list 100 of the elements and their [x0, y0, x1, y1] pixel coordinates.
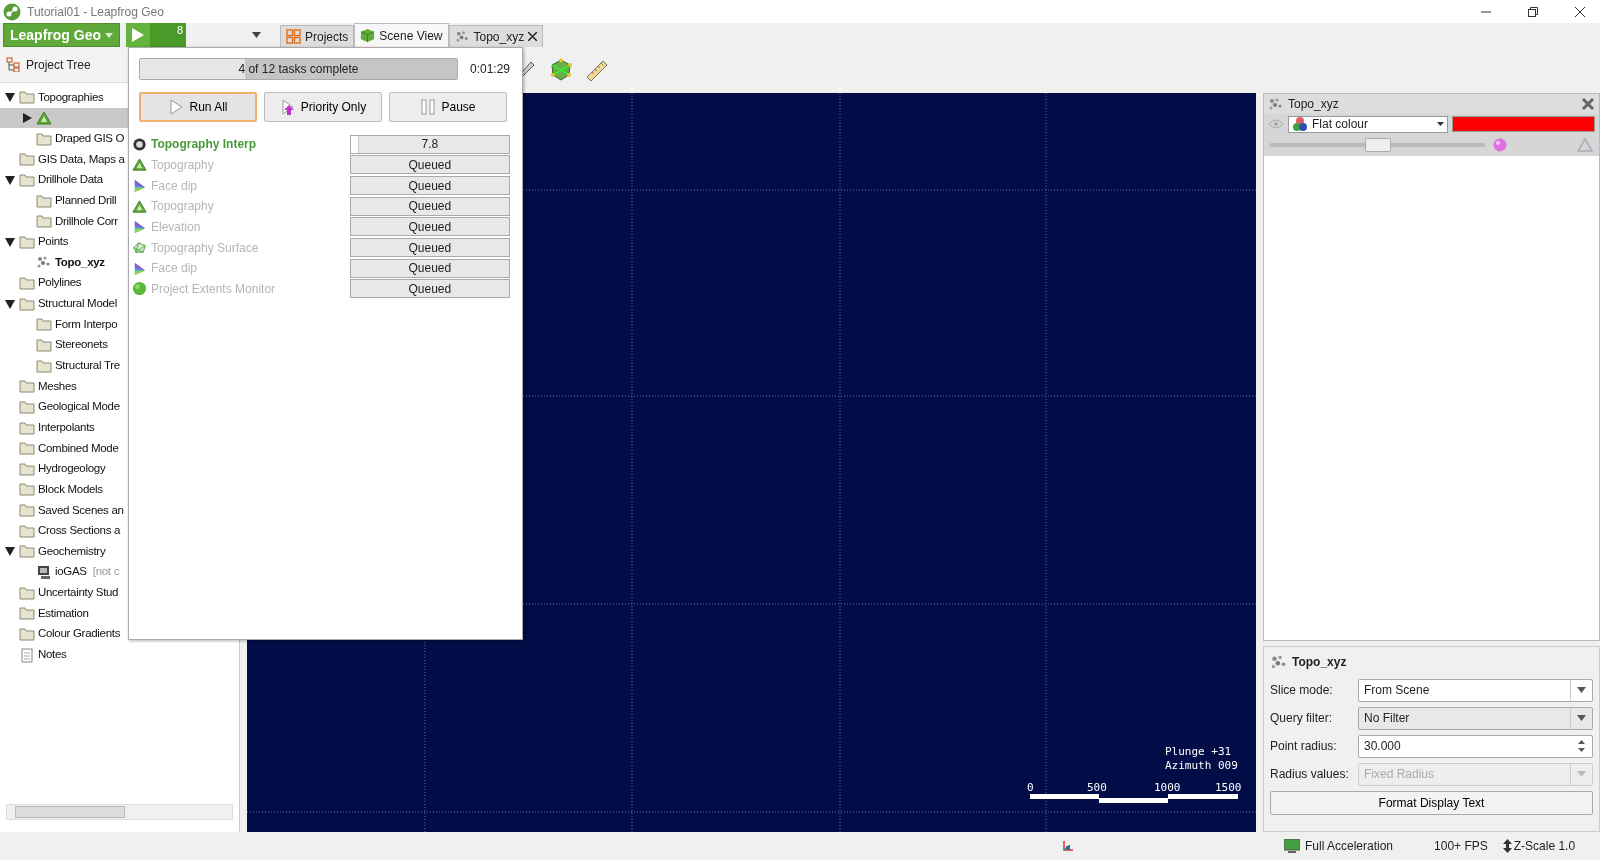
axes-icon [1062, 840, 1074, 852]
folder-icon [36, 130, 52, 147]
folder-icon [19, 398, 35, 415]
folder-icon [19, 233, 35, 250]
spinner-icon [1577, 739, 1585, 753]
scale-label: 0 [1027, 781, 1034, 794]
tree-item[interactable]: Structural Tre [0, 355, 239, 376]
collapse-toggle-icon[interactable] [4, 297, 16, 310]
caret-icon [1577, 715, 1586, 721]
mountain-icon [36, 109, 52, 126]
folder-icon [36, 337, 52, 353]
notes-icon [19, 646, 35, 663]
status-note: [not c [92, 564, 120, 580]
colour-balls-icon [1292, 116, 1308, 132]
folder-icon [36, 213, 52, 230]
caret-icon [105, 32, 113, 38]
folder-icon [36, 357, 52, 374]
task-status: Queued [408, 156, 452, 174]
field-label: Radius values: [1270, 766, 1350, 783]
tree-item[interactable]: Interpolants [0, 417, 239, 438]
task-status: Queued [408, 198, 452, 216]
cube-icon [360, 28, 376, 43]
tree-item[interactable]: Geochemistry [0, 541, 239, 562]
expand-toggle-icon[interactable] [21, 111, 33, 124]
task-button[interactable]: Priority Only [264, 92, 382, 122]
folder-icon [36, 316, 52, 333]
dip-icon [132, 178, 147, 194]
tree-item[interactable]: Notes [0, 644, 239, 665]
folder-icon [19, 275, 35, 292]
pause-icon [420, 99, 437, 115]
acceleration-status: Full Acceleration [1305, 838, 1394, 855]
play-icon [168, 99, 185, 115]
tree-item[interactable]: Uncertainty Stud [0, 582, 239, 603]
tree-item[interactable]: Hydrogeology [0, 458, 239, 480]
scale-label: 500 [1087, 781, 1107, 794]
task-status: Queued [408, 260, 452, 278]
field-label: Slice mode: [1270, 682, 1334, 699]
colour-swatch[interactable] [1452, 116, 1595, 132]
dropdown-field[interactable]: No Filter [1358, 706, 1593, 730]
collapse-toggle-icon[interactable] [4, 91, 16, 104]
elapsed-time: 0:01:29 [469, 61, 510, 78]
tree-item[interactable]: Stereonets [0, 334, 239, 356]
tree-item[interactable]: Combined Mode [0, 437, 239, 459]
task-status: Queued [408, 239, 452, 257]
dip-icon [132, 219, 147, 235]
collapse-toggle-icon[interactable] [4, 173, 16, 186]
tree-item[interactable]: Estimation [0, 603, 239, 624]
fps-readout: 100+ FPS [1434, 838, 1488, 855]
field-label: Point radius: [1270, 738, 1338, 755]
tree-item[interactable]: Saved Scenes an [0, 499, 239, 521]
polyhedron-icon[interactable] [549, 58, 573, 82]
ruler-icon[interactable] [585, 58, 609, 82]
collapse-toggle-icon[interactable] [4, 545, 16, 558]
folder-icon [19, 419, 35, 436]
vertical-arrow-icon[interactable] [1502, 839, 1512, 853]
close-icon [1574, 6, 1585, 17]
collapse-toggle-icon[interactable] [4, 235, 16, 248]
caret-icon [1577, 687, 1586, 693]
points-icon [1270, 653, 1288, 671]
caret-icon [1437, 122, 1444, 126]
dropdown-field[interactable]: From Scene [1358, 678, 1593, 702]
task-status: Queued [408, 177, 452, 195]
task-button[interactable]: Run All [139, 92, 257, 122]
number-field[interactable]: 30.000 [1358, 734, 1593, 758]
task-status: 7.8 [421, 136, 439, 154]
scale-label: 1500 [1215, 781, 1242, 794]
tree-item[interactable]: Geological Mode [0, 396, 239, 418]
monitor-icon [36, 564, 52, 581]
folder-icon [19, 378, 35, 395]
format-text-button[interactable]: Format Display Text [1270, 791, 1593, 815]
run-tasks-button[interactable]: 8 [126, 23, 186, 47]
tree-item[interactable]: Meshes [0, 375, 239, 397]
z-scale-readout[interactable]: Z-Scale 1.0 [1513, 837, 1576, 855]
horizontal-scrollbar[interactable] [6, 804, 233, 820]
caret-icon [1577, 771, 1586, 777]
task-name: Elevation [151, 218, 202, 236]
close-icon[interactable] [528, 32, 538, 41]
folder-icon [19, 440, 35, 457]
style-dropdown[interactable]: Flat colour [1288, 115, 1448, 133]
tab[interactable]: Topo_xyz [448, 25, 544, 47]
tree-item[interactable]: Block Models [0, 479, 239, 500]
points-icon [454, 29, 470, 44]
tab[interactable]: Scene View [354, 23, 449, 47]
window-title: Tutorial01 - Leapfrog Geo [27, 3, 165, 21]
sphere-icon [1493, 138, 1507, 152]
folder-icon [19, 171, 35, 188]
sphere-icon [132, 281, 147, 297]
tree-item[interactable]: Cross Sections a [0, 520, 239, 542]
tree-item[interactable]: Colour Gradients [0, 623, 239, 645]
tree-item[interactable]: Form Interpo [0, 314, 239, 335]
task-name: Face dip [151, 177, 199, 195]
dip-icon [132, 260, 147, 276]
tree-item[interactable]: ioGAS [not c [0, 561, 239, 583]
layer-name: Topo_xyz [1288, 96, 1340, 113]
progress-text: 4 of 12 tasks complete [238, 61, 359, 78]
slider-thumb[interactable] [1364, 138, 1391, 152]
grid-icon [286, 29, 301, 44]
task-button[interactable]: Pause [389, 92, 507, 122]
tab[interactable]: Projects [280, 25, 355, 47]
folder-icon [19, 502, 35, 519]
